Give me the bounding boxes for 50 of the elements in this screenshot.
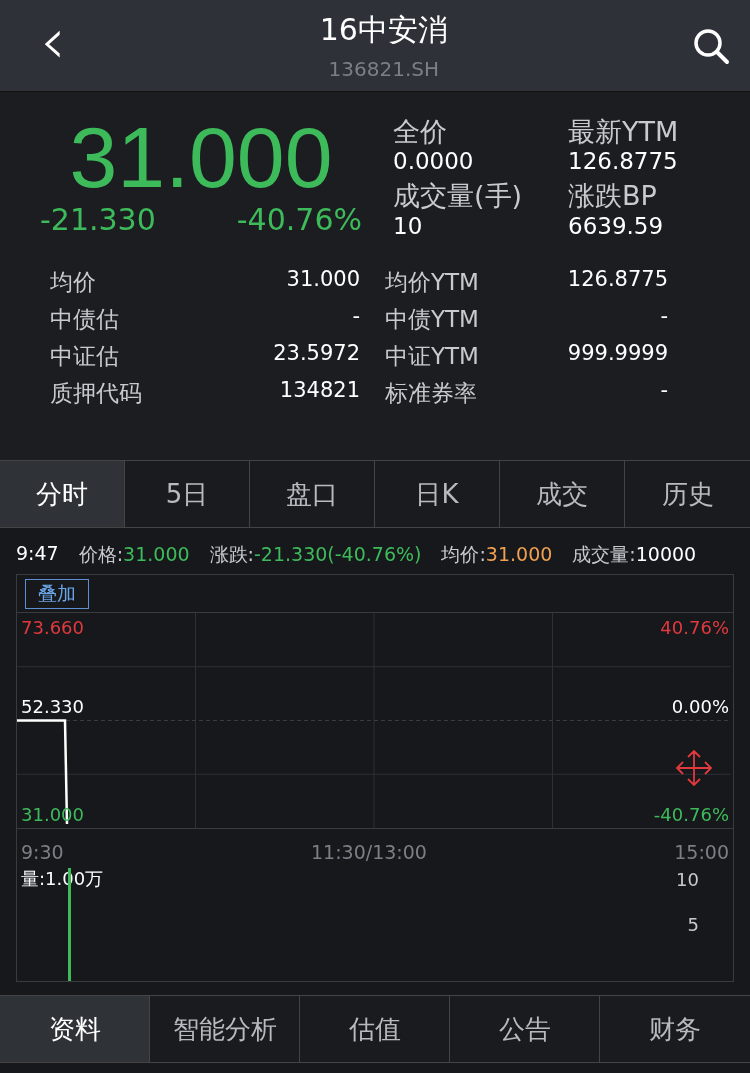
time-label: 9:30 [21,841,64,863]
section-tab[interactable]: 资料 [0,996,150,1062]
detail-label: 中证估 [50,341,120,371]
detail-label: 均价YTM [384,267,480,297]
detail-value: 31.000 [285,266,360,293]
axis-label: 52.330 [21,696,84,717]
detail-value: 126.8775 [566,266,668,293]
detail-value: 23.5972 [272,340,360,367]
detail-value: - [351,303,360,330]
page-title: 16中安消 [319,11,448,49]
time-label: 15:00 [674,841,729,863]
back-button[interactable]: ‹ [30,8,76,83]
detail-value: 999.9999 [566,340,668,367]
stat-value: 10 [393,212,424,239]
info-item: 价格:31.000 [78,542,190,567]
axis-label: 0.00% [671,696,729,717]
time-label: 11:30/13:00 [311,841,427,863]
axis-label: 10 [676,869,699,890]
detail-value: - [659,377,668,404]
detail-label: 质押代码 [50,378,143,408]
detail-value: 134821 [278,377,360,404]
stat-value: 126.8775 [568,148,679,175]
stat-label: 成交量(手) [393,180,524,213]
detail-label: 均价 [50,267,97,297]
detail-value: - [659,303,668,330]
axis-label: 5 [687,914,699,935]
stat-value: 6639.59 [568,212,665,239]
detail-label: 中债估 [50,304,120,334]
axis-label: -40.76% [653,804,729,825]
stat-label: 涨跌BP [568,180,658,213]
info-item: 涨跌:-21.330(-40.76%) [209,542,422,567]
axis-label: 40.76% [660,617,729,638]
detail-label: 中证YTM [384,341,480,371]
stat-label: 全价 [393,116,448,149]
detail-label: 标准券率 [384,378,478,408]
stat-value: 0.0000 [393,148,475,175]
overlay-button[interactable]: 叠加 [25,578,89,609]
info-item: 均价:31.000 [441,542,553,567]
change-percent: -40.76% [236,202,362,238]
stat-label: 最新YTM [568,116,680,149]
chart-tab[interactable]: 分时 [0,461,125,527]
move-arrows-icon[interactable] [675,749,713,787]
price-change: -21.330 [40,202,156,238]
detail-label: 中债YTM [384,304,480,334]
search-icon[interactable] [692,26,730,65]
bond-code: 136821.SH [328,57,439,81]
axis-label: 73.660 [21,617,84,638]
info-item: 成交量:10000 [572,542,697,567]
info-time: 9:47 [16,542,59,566]
last-price: 31.000 [68,112,334,203]
